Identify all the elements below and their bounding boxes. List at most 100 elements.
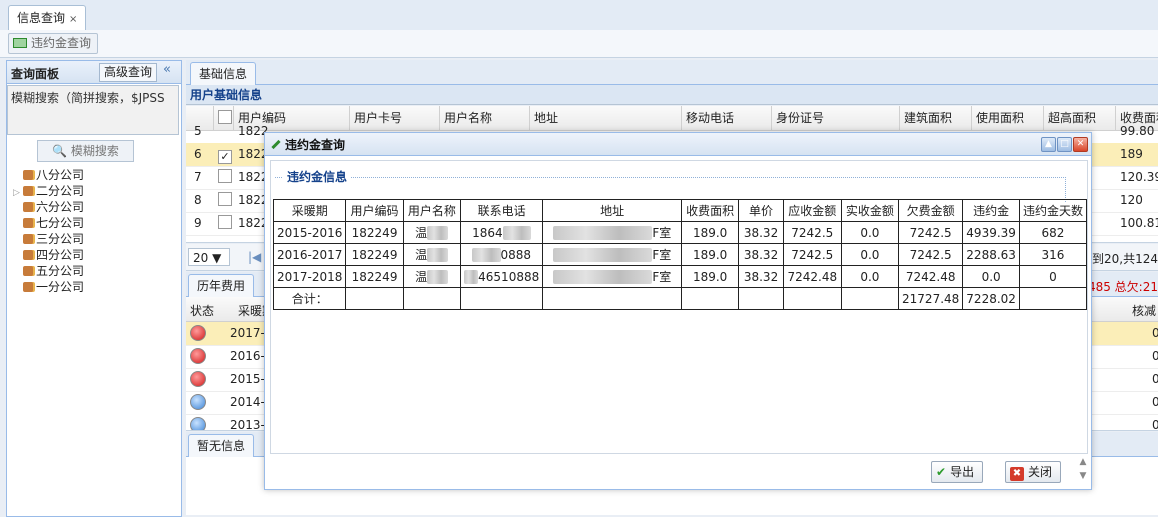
dialog-footer: ✔ 导出 ✖ 关闭	[265, 455, 1091, 489]
advanced-query-button[interactable]: 高级查询	[99, 63, 158, 82]
redacted: xxxxxxxxxxxxxx	[552, 270, 653, 284]
status-blue-icon	[190, 394, 206, 410]
penalty-header-cell: 欠费金额	[898, 199, 964, 222]
redacted: xxxx	[472, 247, 501, 262]
tab-basic-info[interactable]: 基础信息	[190, 62, 257, 85]
penalty-header-cell: 用户名称	[402, 199, 461, 222]
close-icon[interactable]: ×	[69, 14, 77, 25]
close-icon[interactable]: ✕	[1073, 137, 1088, 152]
section-title: 用户基础信息	[186, 85, 1158, 105]
table-row: 2015-2016 182249 温xxx 1864xxxx xxxxxxxxx…	[272, 221, 1088, 244]
cell: 4939.39	[962, 221, 1020, 244]
export-button[interactable]: ✔ 导出	[931, 461, 984, 483]
history-reduce: 0	[1152, 349, 1158, 363]
cell: 温xxx	[402, 243, 461, 266]
cell	[402, 287, 461, 310]
cell-text: 温	[415, 270, 428, 284]
tab-info-query[interactable]: 信息查询 ×	[8, 5, 87, 30]
row-checkbox[interactable]	[214, 166, 232, 189]
cell: 7242.5	[898, 221, 964, 244]
row-checkbox[interactable]	[214, 189, 232, 212]
redacted: xxx	[427, 248, 449, 262]
history-header-status[interactable]: 状态	[190, 302, 214, 319]
penalty-query-button[interactable]: 违约金查询	[8, 33, 99, 54]
cell: 38.32	[738, 265, 784, 288]
cell: 7242.48	[898, 265, 964, 288]
penalty-header-cell: 收费面积	[680, 199, 740, 222]
row-checkbox[interactable]	[214, 212, 232, 235]
dialog-scrollbar[interactable]: ▲ ▼	[1077, 455, 1089, 485]
redacted: xxx	[427, 270, 449, 284]
cell: 182249	[345, 221, 404, 244]
tree-node[interactable]: 三分公司	[13, 231, 84, 247]
tree-node[interactable]: 一分公司	[13, 279, 84, 295]
dialog-header: 违约金查询 ▲ □ ✕	[265, 133, 1091, 156]
page-size-value: 20	[193, 251, 209, 265]
pencil-icon	[271, 139, 281, 150]
close-label: 关闭	[1028, 465, 1053, 479]
history-summary: 485 总欠:21	[1087, 280, 1158, 294]
penalty-header-cell: 单价	[738, 199, 784, 222]
top-tab-bar: 信息查询 ×	[0, 0, 1158, 31]
row-number: 7	[194, 170, 202, 184]
redacted: xxxxxxxxxxxxxx	[552, 226, 653, 240]
cell: 温xxx	[402, 221, 461, 244]
tree-node[interactable]: 六分公司	[13, 199, 84, 215]
tree-node[interactable]: 七分公司	[13, 215, 84, 231]
close-button[interactable]: ✖ 关闭	[1005, 461, 1062, 483]
cell: 316	[1018, 243, 1088, 266]
cell: 0.0	[840, 221, 900, 244]
cell: 189.0	[680, 221, 740, 244]
cell: 7242.5	[782, 221, 842, 244]
query-panel-title: 查询面板	[11, 67, 60, 81]
cell: 189.0	[680, 243, 740, 266]
history-header-reduce[interactable]: 核减	[1132, 302, 1156, 319]
fuzzy-search-button[interactable]: 🔍 模糊搜索	[37, 140, 134, 162]
tree-node-label: 五分公司	[36, 264, 85, 278]
table-row: 2017-2018 182249 温xxx xx46510888 xxxxxxx…	[272, 265, 1088, 288]
fuzzy-search-input[interactable]: 模糊搜索（简拼搜索，$JPSS	[7, 85, 179, 135]
cell-text: 温	[415, 226, 428, 240]
fieldset-legend: 违约金信息	[283, 168, 352, 185]
row-checkbox[interactable]: ✓	[214, 143, 232, 166]
chevron-down-icon: ▼	[212, 251, 222, 265]
total-penalty: 7228.02	[962, 287, 1020, 310]
cell: 38.32	[738, 221, 784, 244]
maximize-icon[interactable]: □	[1057, 137, 1072, 152]
first-page-icon[interactable]: |◀	[248, 250, 261, 264]
page-size-select[interactable]: 20 ▼	[188, 248, 230, 266]
tree-node[interactable]: 四分公司	[13, 247, 84, 263]
status-red-icon	[190, 325, 206, 341]
cell: 182249	[345, 243, 404, 266]
cell: 7242.48	[782, 265, 842, 288]
row-area: 120.39	[1120, 170, 1158, 184]
row-number: 8	[194, 193, 202, 207]
org-icon	[23, 202, 33, 212]
org-icon	[23, 266, 33, 276]
redacted: xxx	[427, 226, 449, 240]
collapse-icon[interactable]: «	[163, 62, 171, 77]
basic-info-tabs: 基础信息	[186, 60, 1158, 85]
penalty-header-cell: 用户编码	[345, 199, 404, 222]
tree-node[interactable]: 八分公司	[13, 167, 84, 183]
tree-node[interactable]: 五分公司	[13, 263, 84, 279]
history-reduce: 0	[1152, 418, 1158, 430]
tree-node[interactable]: ▷ 二分公司	[13, 183, 84, 199]
cell	[345, 287, 404, 310]
row-area: 189	[1120, 147, 1143, 161]
status-blue-icon	[190, 417, 206, 430]
tab-no-info[interactable]: 暂无信息	[188, 434, 255, 457]
penalty-header-cell: 地址	[542, 199, 682, 222]
cell: 1864xxxx	[459, 221, 544, 244]
cell: xxxxxxxxxxxxxxF室	[542, 221, 682, 244]
cell: 682	[1018, 221, 1088, 244]
cell: xxxxxxxxxxxxxxF室	[542, 265, 682, 288]
minimize-icon[interactable]: ▲	[1041, 137, 1056, 152]
org-icon	[23, 218, 33, 228]
tree-node-label: 三分公司	[36, 232, 85, 246]
tab-history-fees[interactable]: 历年费用	[188, 274, 255, 297]
org-icon	[23, 282, 33, 292]
dialog-title: 违约金查询	[271, 136, 345, 153]
penalty-table: 采暖期 用户编码 用户名称 联系电话 地址 收费面积 单价 应收金额 实收金额 …	[272, 199, 1088, 310]
cell: 2015-2016	[272, 221, 347, 244]
